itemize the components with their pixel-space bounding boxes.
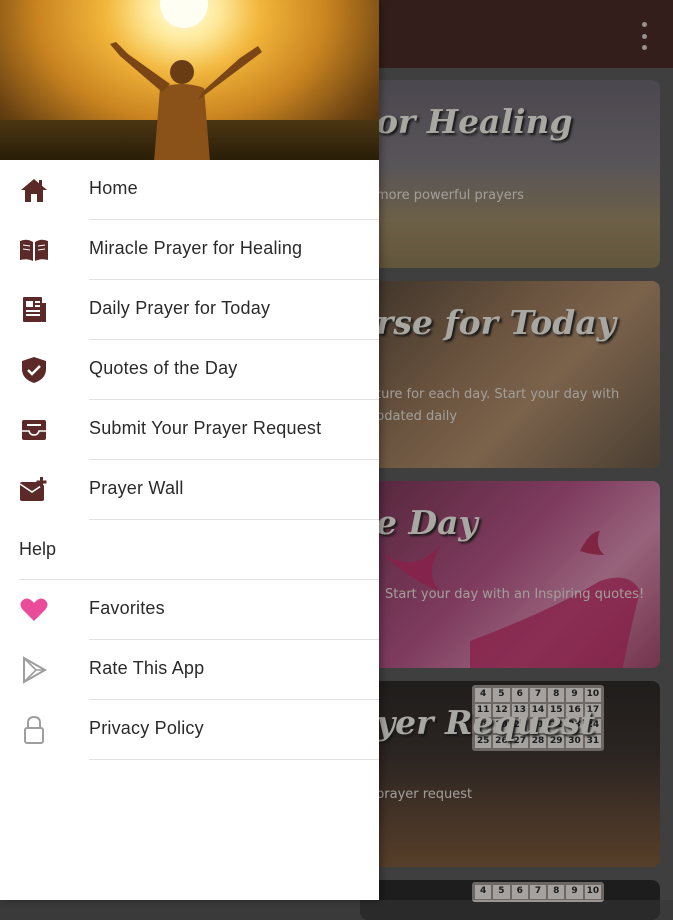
menu-item-label: Daily Prayer for Today [89, 298, 271, 318]
menu-item-label: Favorites [89, 598, 165, 618]
inbox-icon [19, 416, 49, 444]
menu-item-label: Rate This App [89, 658, 205, 678]
menu-item-home[interactable]: Home [0, 160, 379, 220]
news-icon [19, 296, 49, 324]
menu-item-daily-prayer[interactable]: Daily Prayer for Today [0, 280, 379, 340]
menu-item-submit-request[interactable]: Submit Your Prayer Request [0, 400, 379, 460]
menu-item-rate-app[interactable]: Rate This App [0, 640, 379, 700]
shield-check-icon [19, 356, 49, 384]
section-label: Help [19, 539, 57, 559]
book-icon [19, 236, 49, 264]
heart-icon [19, 596, 49, 624]
menu-item-privacy[interactable]: Privacy Policy [0, 700, 379, 760]
menu-item-label: Submit Your Prayer Request [89, 418, 322, 438]
navigation-drawer: Home Miracle Prayer for Healing Daily Pr… [0, 0, 379, 900]
section-help: Help [0, 520, 379, 580]
menu-item-miracle-prayer[interactable]: Miracle Prayer for Healing [0, 220, 379, 280]
praying-person [90, 36, 280, 160]
menu-item-prayer-wall[interactable]: Prayer Wall [0, 460, 379, 520]
mail-add-icon [19, 476, 49, 504]
menu-item-label: Privacy Policy [89, 718, 204, 738]
divider [89, 759, 379, 760]
menu-item-label: Prayer Wall [89, 478, 184, 498]
lock-icon [19, 715, 49, 744]
menu-item-label: Home [89, 178, 138, 198]
menu-item-label: Miracle Prayer for Healing [89, 238, 303, 258]
menu-item-favorites[interactable]: Favorites [0, 580, 379, 640]
drawer-menu: Home Miracle Prayer for Healing Daily Pr… [0, 160, 379, 760]
menu-item-quotes[interactable]: Quotes of the Day [0, 340, 379, 400]
drawer-header-image [0, 0, 379, 160]
play-store-icon [19, 656, 49, 684]
sun [160, 0, 208, 28]
home-icon [19, 176, 49, 204]
menu-item-label: Quotes of the Day [89, 358, 238, 378]
